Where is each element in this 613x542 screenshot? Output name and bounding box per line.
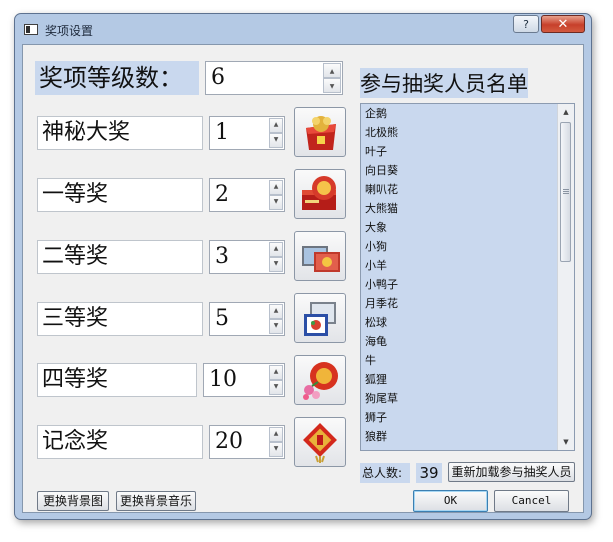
ok-button[interactable]: OK xyxy=(413,490,488,512)
spin-down-icon[interactable]: ▼ xyxy=(269,195,283,210)
dialog-window: 奖项设置 ? ✕ 奖项等级数： 6 ▲ ▼ 神秘大奖 1 ▲ ▼ 一等奖 2 ▲… xyxy=(14,13,592,520)
spin-up-icon[interactable]: ▲ xyxy=(269,304,283,319)
prize-image-button-5[interactable] xyxy=(294,355,346,405)
prize-count-spinbox-1[interactable]: 1 ▲ ▼ xyxy=(209,116,285,150)
list-item[interactable]: 月季花 xyxy=(361,294,574,313)
prize-image-button-3[interactable] xyxy=(294,231,346,281)
spin-up-icon[interactable]: ▲ xyxy=(269,365,283,380)
window-title: 奖项设置 xyxy=(45,24,94,38)
spin-down-icon[interactable]: ▼ xyxy=(269,442,283,457)
prize-count-value-4: 5 xyxy=(215,306,229,331)
change-background-button[interactable]: 更换背景图 xyxy=(37,491,109,511)
participants-title: 参与抽奖人员名单 xyxy=(360,68,528,98)
list-item[interactable]: 向日葵 xyxy=(361,161,574,180)
prize-levels-label: 奖项等级数： xyxy=(35,61,199,95)
fu-charm-icon xyxy=(303,423,337,463)
tv-set-icon xyxy=(302,246,340,272)
spin-down-icon[interactable]: ▼ xyxy=(269,257,283,272)
list-item[interactable]: 松球 xyxy=(361,313,574,332)
gift-basket-icon xyxy=(306,116,336,150)
participants-list-items: 企鹅 北极熊 叶子 向日葵 喇叭花 大熊猫 大象 小狗 小羊 小鸭子 月季花 松球 海龟牛狐狸 狗尾草 狮子… xyxy=(361,104,574,446)
list-item[interactable]: 狼群 xyxy=(361,427,574,446)
scrollbar-thumb[interactable] xyxy=(560,122,571,262)
spin-up-icon[interactable]: ▲ xyxy=(269,242,283,257)
list-scrollbar[interactable]: ▲ ▼ xyxy=(557,104,574,450)
red-envelope-icon xyxy=(302,176,336,210)
list-item[interactable]: 大熊猫 xyxy=(361,199,574,218)
prize-image-button-6[interactable] xyxy=(294,417,346,467)
prize-count-value-2: 2 xyxy=(215,182,229,207)
prize-image-button-1[interactable] xyxy=(294,107,346,157)
prize-count-value-6: 20 xyxy=(215,429,243,454)
prize-name-field-2[interactable]: 一等奖 xyxy=(37,178,203,212)
spin-up-icon[interactable]: ▲ xyxy=(269,180,283,195)
prize-count-spinbox-5[interactable]: 10 ▲ ▼ xyxy=(203,363,285,397)
red-ball-flowers-icon xyxy=(303,362,338,400)
app-icon xyxy=(24,24,38,35)
list-item[interactable]: 小羊 xyxy=(361,256,574,275)
prize-count-value-1: 1 xyxy=(215,120,229,145)
spin-down-icon[interactable]: ▼ xyxy=(269,319,283,334)
help-button[interactable]: ? xyxy=(513,15,539,33)
prize-count-spinbox-3[interactable]: 3 ▲ ▼ xyxy=(209,240,285,274)
list-item[interactable]: 大象 xyxy=(361,218,574,237)
prize-name-field-3[interactable]: 二等奖 xyxy=(37,240,203,274)
total-count-value: 39 xyxy=(416,463,442,483)
list-item[interactable]: 企鹅 xyxy=(361,104,574,123)
prize-levels-spinbox[interactable]: 6 ▲ ▼ xyxy=(205,61,343,95)
list-item[interactable]: 狗尾草 xyxy=(361,389,574,408)
photo-frame-icon xyxy=(304,302,336,336)
list-item[interactable]: 狐狸 xyxy=(361,370,574,389)
list-item[interactable]: 海龟 xyxy=(361,332,574,351)
prize-image-button-2[interactable] xyxy=(294,169,346,219)
list-item[interactable]: 牛 xyxy=(361,351,574,370)
close-button[interactable]: ✕ xyxy=(541,15,585,33)
list-item[interactable]: 小狗 xyxy=(361,237,574,256)
spin-up-icon[interactable]: ▲ xyxy=(269,118,283,133)
scroll-down-icon[interactable]: ▼ xyxy=(558,434,574,450)
prize-image-button-4[interactable] xyxy=(294,293,346,343)
spin-up-icon[interactable]: ▲ xyxy=(269,427,283,442)
list-item[interactable]: 小鸭子 xyxy=(361,275,574,294)
list-item[interactable]: 叶子 xyxy=(361,142,574,161)
list-item[interactable]: 狮子 xyxy=(361,408,574,427)
spin-up-icon[interactable]: ▲ xyxy=(323,63,341,78)
cancel-button[interactable]: Cancel xyxy=(494,490,569,512)
prize-count-value-3: 3 xyxy=(215,244,229,269)
participants-list[interactable]: 企鹅 北极熊 叶子 向日葵 喇叭花 大熊猫 大象 小狗 小羊 小鸭子 月季花 松球 海龟牛狐狸 狗尾草 狮子… xyxy=(360,103,575,451)
prize-name-field-1[interactable]: 神秘大奖 xyxy=(37,116,203,150)
prize-count-spinbox-2[interactable]: 2 ▲ ▼ xyxy=(209,178,285,212)
prize-levels-value: 6 xyxy=(211,65,225,90)
prize-count-value-5: 10 xyxy=(209,367,237,392)
title-bar[interactable]: 奖项设置 ? ✕ xyxy=(15,14,591,44)
prize-name-field-6[interactable]: 记念奖 xyxy=(37,425,203,459)
scroll-up-icon[interactable]: ▲ xyxy=(558,104,574,120)
prize-count-spinbox-4[interactable]: 5 ▲ ▼ xyxy=(209,302,285,336)
spin-down-icon[interactable]: ▼ xyxy=(269,380,283,395)
list-item[interactable]: 喇叭花 xyxy=(361,180,574,199)
change-music-button[interactable]: 更换背景音乐 xyxy=(116,491,196,511)
spin-down-icon[interactable]: ▼ xyxy=(323,78,341,93)
spin-down-icon[interactable]: ▼ xyxy=(269,133,283,148)
prize-count-spinbox-6[interactable]: 20 ▲ ▼ xyxy=(209,425,285,459)
dialog-client-area: 奖项等级数： 6 ▲ ▼ 神秘大奖 1 ▲ ▼ 一等奖 2 ▲ ▼ 二等奖 3 … xyxy=(22,44,584,513)
prize-name-field-5[interactable]: 四等奖 xyxy=(37,363,197,397)
list-item[interactable]: 北极熊 xyxy=(361,123,574,142)
total-count-label: 总人数: xyxy=(360,463,410,483)
prize-name-field-4[interactable]: 三等奖 xyxy=(37,302,203,336)
reload-participants-button[interactable]: 重新加载参与抽奖人员 xyxy=(448,462,575,482)
